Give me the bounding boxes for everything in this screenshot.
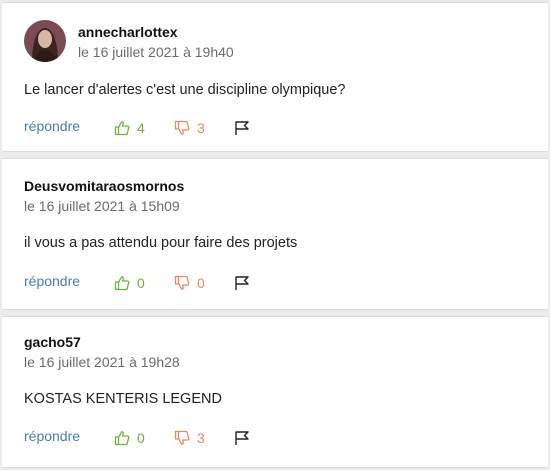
- reply-button[interactable]: répondre: [24, 273, 80, 289]
- thumbs-up-icon: [114, 121, 130, 136]
- comment-card: gacho57 le 16 juillet 2021 à 19h28 KOSTA…: [2, 316, 548, 468]
- dislike-button[interactable]: 3: [174, 428, 205, 448]
- dislike-button[interactable]: 3: [174, 118, 205, 138]
- report-button[interactable]: [234, 428, 250, 448]
- comment-text: Le lancer d'alertes c'est une discipline…: [24, 82, 346, 98]
- report-button[interactable]: [234, 273, 250, 293]
- thumbs-up-icon: [114, 276, 130, 291]
- like-count: 0: [137, 275, 145, 291]
- like-button[interactable]: 0: [114, 273, 145, 293]
- comment-author[interactable]: Deusvomitaraosmornos: [24, 178, 184, 194]
- comment-author[interactable]: annecharlottex: [78, 24, 178, 40]
- reply-button[interactable]: répondre: [24, 428, 80, 444]
- flag-icon: [235, 121, 249, 135]
- comment-author[interactable]: gacho57: [24, 334, 81, 350]
- dislike-button[interactable]: 0: [174, 273, 205, 293]
- thumbs-down-icon: [174, 120, 190, 135]
- comment-card: annecharlottex le 16 juillet 2021 à 19h4…: [2, 2, 548, 152]
- like-count: 0: [137, 430, 145, 446]
- thumbs-up-icon: [114, 431, 130, 446]
- thumbs-down-icon: [174, 430, 190, 445]
- dislike-count: 3: [197, 120, 205, 136]
- comment-date: le 16 juillet 2021 à 15h09: [24, 198, 180, 214]
- reply-button[interactable]: répondre: [24, 118, 80, 134]
- thumbs-down-icon: [174, 275, 190, 290]
- report-button[interactable]: [234, 118, 250, 138]
- avatar[interactable]: [24, 20, 66, 62]
- like-button[interactable]: 4: [114, 118, 145, 138]
- flag-icon: [235, 276, 249, 290]
- like-button[interactable]: 0: [114, 428, 145, 448]
- comment-card: Deusvomitaraosmornos le 16 juillet 2021 …: [2, 158, 548, 310]
- comment-text: il vous a pas attendu pour faire des pro…: [24, 235, 298, 251]
- comment-text: KOSTAS KENTERIS LEGEND: [24, 391, 222, 407]
- comment-date: le 16 juillet 2021 à 19h40: [78, 44, 234, 60]
- like-count: 4: [137, 120, 145, 136]
- flag-icon: [235, 431, 249, 445]
- dislike-count: 3: [197, 430, 205, 446]
- dislike-count: 0: [197, 275, 205, 291]
- comment-date: le 16 juillet 2021 à 19h28: [24, 354, 180, 370]
